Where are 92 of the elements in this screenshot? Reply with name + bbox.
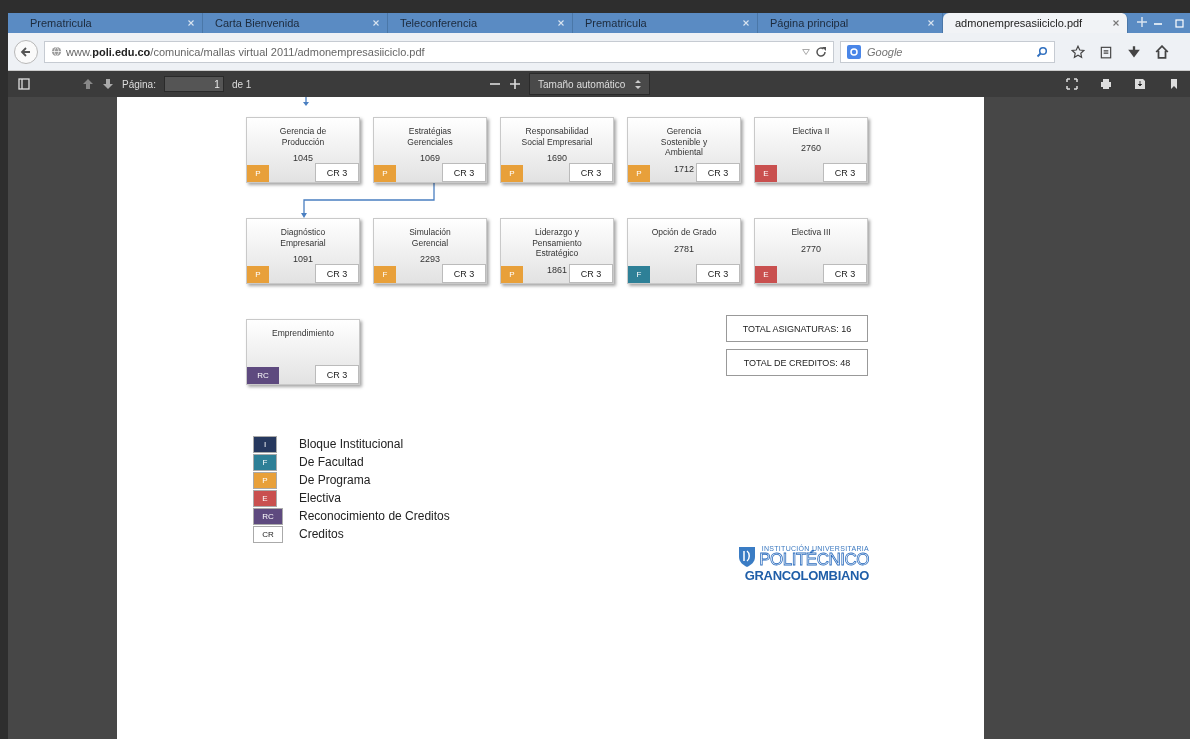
fullscreen-icon[interactable]: [1066, 78, 1078, 90]
browser-tab[interactable]: admonempresasiiciclo.pdf: [943, 13, 1128, 33]
legend-label: Bloque Institucional: [299, 437, 404, 451]
credits-label: CR 3: [315, 163, 359, 182]
credits-label: CR 3: [569, 163, 613, 182]
category-badge: P: [247, 266, 269, 283]
credits-label: CR 3: [696, 163, 740, 182]
category-badge: P: [628, 165, 650, 182]
shield-icon: [738, 545, 757, 568]
restore-icon[interactable]: [1174, 17, 1186, 29]
credits-label: CR 3: [442, 264, 486, 283]
category-badge: P: [247, 165, 269, 182]
credits-label: CR 3: [823, 163, 867, 182]
course-code: 2293: [420, 254, 440, 264]
course-title: Opción de Grado: [650, 227, 718, 238]
course-title: Liderazgo y Pensamiento Estratégico: [531, 227, 583, 259]
page-total: de 1: [231, 78, 252, 90]
sidebar-toggle-icon[interactable]: [18, 78, 30, 90]
bookmark-icon[interactable]: [1168, 78, 1180, 90]
reload-icon[interactable]: [815, 45, 827, 58]
credits-label: CR 3: [442, 163, 486, 182]
course-title: Diagnóstico Empresarial: [279, 227, 327, 248]
legend-label: De Programa: [299, 473, 371, 487]
course-code: 2760: [801, 142, 821, 153]
save-icon[interactable]: [1134, 78, 1146, 90]
legend-swatch: P: [253, 471, 277, 489]
course-code: 2770: [801, 243, 821, 254]
course-code: 1069: [420, 153, 440, 163]
logo-name: POLITÉCNICO: [759, 552, 869, 568]
globe-icon: [51, 46, 62, 57]
course-code: 1712: [674, 163, 694, 174]
logo-subname: GRANCOLOMBIANO: [744, 568, 869, 583]
download-icon[interactable]: [1127, 44, 1141, 59]
search-engine-icon: [847, 44, 861, 59]
print-icon[interactable]: [1100, 78, 1112, 90]
credits-label: CR 3: [315, 365, 359, 384]
course-code: 1861: [547, 264, 567, 275]
search-field[interactable]: Google: [840, 40, 1055, 63]
credits-label: CR 3: [569, 264, 613, 283]
page-label: Página:: [122, 78, 156, 90]
down-arrow-icon[interactable]: [102, 78, 114, 90]
category-badge: P: [501, 266, 523, 283]
course-title: Emprendimiento: [271, 328, 335, 339]
category-badge: E: [755, 165, 777, 182]
zoom-select[interactable]: Tamaño automático: [529, 73, 651, 95]
legend-swatch: I: [253, 435, 277, 453]
credits-label: CR 3: [823, 264, 867, 283]
close-icon[interactable]: [1111, 18, 1121, 28]
category-badge: P: [374, 165, 396, 182]
course-title: Electiva II: [791, 126, 831, 137]
course-code: 1690: [547, 153, 567, 163]
updown-icon: [635, 79, 642, 89]
course-code: 1091: [293, 254, 313, 264]
legend-swatch: F: [253, 453, 277, 471]
category-badge: P: [501, 165, 523, 182]
category-badge: F: [628, 266, 650, 283]
course-title: Responsabilidad Social Empresarial: [520, 126, 594, 147]
course-title: Gerencia Sostenible y Ambiental: [659, 126, 709, 158]
search-icon[interactable]: [1036, 45, 1048, 58]
course-title: Estratégias Gerenciales: [406, 126, 454, 147]
legend-label: Creditos: [299, 527, 344, 541]
credits-label: CR 3: [315, 264, 359, 283]
page-number-field[interactable]: 1: [163, 76, 224, 92]
category-badge: E: [755, 266, 777, 283]
up-arrow-icon[interactable]: [82, 78, 94, 90]
total-label: TOTAL ASIGNATURAS: 16: [726, 315, 868, 342]
back-button[interactable]: [14, 39, 38, 64]
zoom-in-icon[interactable]: [509, 78, 522, 90]
home-icon[interactable]: [1155, 44, 1169, 59]
back-arrow-icon: [20, 45, 32, 58]
total-label: TOTAL DE CREDITOS: 48: [726, 349, 868, 376]
clipboard-icon[interactable]: [1099, 44, 1113, 59]
course-code: 2781: [674, 243, 694, 254]
legend-swatch: E: [253, 489, 277, 507]
url-text: www.poli.edu.co/comunica/mallas virtual 2011/admonempresasiiciclo.pdf: [66, 45, 426, 58]
legend-swatch: CR: [253, 525, 283, 543]
legend-label: De Facultad: [299, 455, 364, 469]
legend-label: Electiva: [299, 491, 342, 505]
credits-label: CR 3: [696, 264, 740, 283]
star-icon[interactable]: [1071, 44, 1085, 59]
category-badge: F: [374, 266, 396, 283]
address-field[interactable]: www.poli.edu.co/comunica/mallas virtual 2011/admonempresasiiciclo.pdf: [44, 40, 834, 63]
new-tab-icon[interactable]: [1136, 16, 1148, 28]
course-code: 1045: [293, 153, 313, 163]
category-badge: RC: [247, 367, 279, 384]
legend-label: Reconocimiento de Creditos: [299, 509, 450, 523]
legend-swatch: RC: [253, 507, 283, 525]
connector-arrow: [303, 96, 309, 106]
course-title: Electiva III: [790, 227, 832, 238]
course-title: Simulación Gerencial: [408, 227, 452, 248]
course-title: Gerencia de Producción: [278, 126, 328, 147]
search-input[interactable]: Google: [865, 44, 1032, 59]
